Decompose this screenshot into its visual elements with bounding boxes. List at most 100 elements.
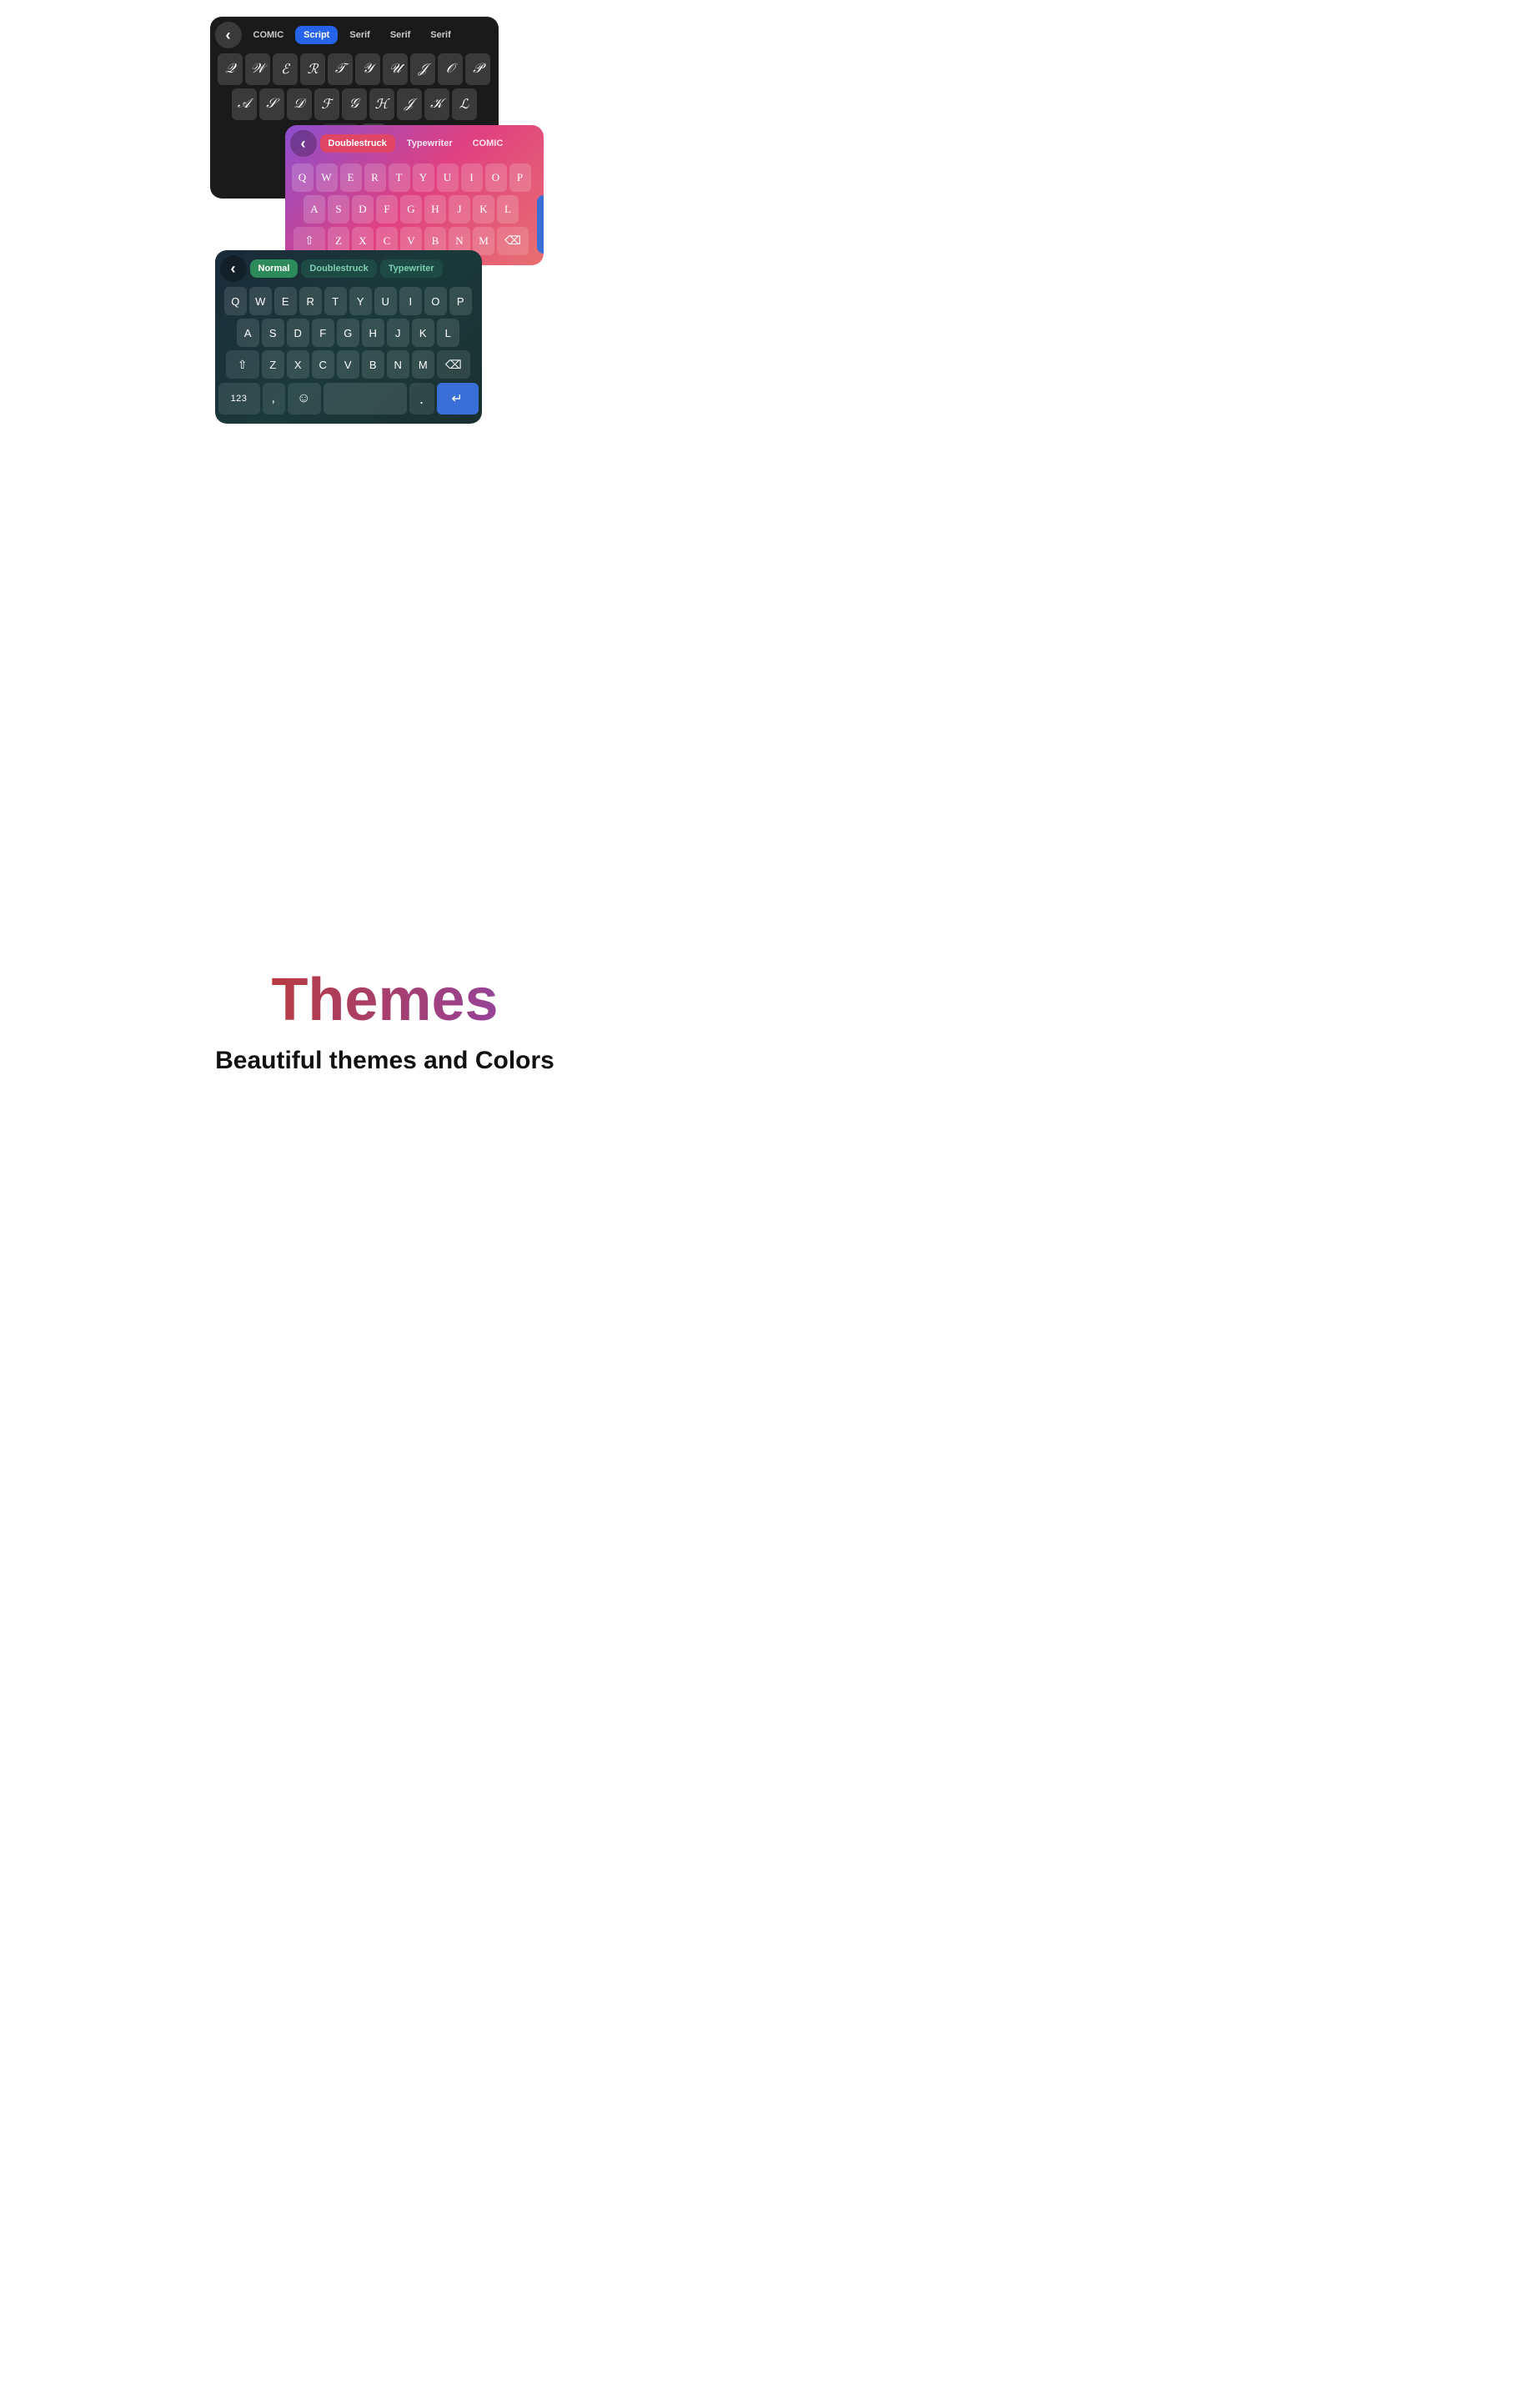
kb3-key-u[interactable]: U (374, 287, 397, 315)
key-g[interactable]: 𝒢 (342, 88, 367, 120)
kb1-row2: 𝒜 𝒮 𝒟 ℱ 𝒢 ℋ 𝒥 𝒦 ℒ (210, 87, 499, 122)
key-k[interactable]: 𝒦 (424, 88, 449, 120)
key-q[interactable]: 𝒬 (218, 53, 243, 85)
kb2-row1: Q W E R T Y U I O P (288, 162, 534, 193)
kb3-delete-key[interactable] (437, 350, 470, 379)
key-t[interactable]: 𝒯 (328, 53, 353, 85)
kb3-key-s[interactable]: S (262, 319, 284, 347)
key-u[interactable]: 𝒰 (383, 53, 408, 85)
kb2-delete-key[interactable] (497, 227, 529, 255)
kb3-key-i[interactable]: I (399, 287, 422, 315)
kb2-back-button[interactable] (290, 130, 317, 157)
key-h[interactable]: ℋ (369, 88, 394, 120)
keyboards-container: COMIC Script Serif Serif Serif 𝒬 𝒲 ℰ ℛ 𝒯… (185, 17, 585, 484)
kb2-key-g[interactable]: G (400, 195, 422, 224)
kb1-back-button[interactable] (215, 22, 242, 48)
key-r[interactable]: ℛ (300, 53, 325, 85)
kb1-tab-comic[interactable]: COMIC (245, 26, 293, 44)
kb3-dot-key[interactable]: . (409, 383, 434, 415)
kb2-key-l[interactable]: L (497, 195, 519, 224)
key-i[interactable]: 𝒥 (410, 53, 435, 85)
key-s[interactable]: 𝒮 (259, 88, 284, 120)
kb3-key-l[interactable]: L (437, 319, 459, 347)
kb2-key-h[interactable]: H (424, 195, 446, 224)
kb1-tabs: COMIC Script Serif Serif Serif (210, 17, 499, 52)
kb2-key-a[interactable]: A (303, 195, 325, 224)
kb2-tab-typewriter[interactable]: Typewriter (399, 134, 461, 153)
themes-section: Themes Beautiful themes and Colors (182, 967, 588, 1075)
themes-title: Themes (215, 967, 554, 1033)
kb2-key-s[interactable]: S (328, 195, 349, 224)
kb3-key-c[interactable]: C (312, 350, 334, 379)
kb3-key-o[interactable]: O (424, 287, 447, 315)
kb2-key-r[interactable]: R (364, 163, 386, 192)
keyboard-3-teal: Normal Doublestruck Typewriter Q W E R T… (215, 250, 482, 424)
kb2-key-y[interactable]: Y (413, 163, 434, 192)
kb2-tab-comic[interactable]: COMIC (464, 134, 512, 153)
kb1-tab-serif3[interactable]: Serif (422, 26, 459, 44)
kb1-tab-serif2[interactable]: Serif (382, 26, 419, 44)
kb3-space-key[interactable] (324, 383, 407, 415)
kb3-tabs: Normal Doublestruck Typewriter (215, 250, 482, 285)
kb2-key-w[interactable]: W (316, 163, 338, 192)
kb2-key-e[interactable]: E (340, 163, 362, 192)
key-f[interactable]: ℱ (314, 88, 339, 120)
kb3-key-w[interactable]: W (249, 287, 272, 315)
kb3-key-v[interactable]: V (337, 350, 359, 379)
kb2-row2: A S D F G H J K L (288, 193, 534, 225)
kb2-key-j[interactable]: J (449, 195, 470, 224)
kb3-back-button[interactable] (220, 255, 247, 282)
kb3-tab-normal[interactable]: Normal (250, 259, 298, 278)
kb3-key-k[interactable]: K (412, 319, 434, 347)
kb2-key-p[interactable]: P (509, 163, 531, 192)
key-a[interactable]: 𝒜 (232, 88, 257, 120)
kb3-key-q[interactable]: Q (224, 287, 247, 315)
kb3-row3: Z X C V B N M (215, 349, 482, 380)
key-o[interactable]: 𝒪 (438, 53, 463, 85)
kb3-key-b[interactable]: B (362, 350, 384, 379)
kb3-key-x[interactable]: X (287, 350, 309, 379)
kb2-key-t[interactable]: T (389, 163, 410, 192)
kb1-tab-serif1[interactable]: Serif (341, 26, 378, 44)
kb2-enter-key[interactable] (537, 195, 544, 254)
kb3-key-r[interactable]: R (299, 287, 322, 315)
key-w[interactable]: 𝒲 (245, 53, 270, 85)
kb3-shift-key[interactable] (226, 350, 259, 379)
kb3-key-g[interactable]: G (337, 319, 359, 347)
key-l[interactable]: ℒ (452, 88, 477, 120)
kb2-tab-doublestruck[interactable]: Doublestruck (320, 134, 395, 153)
kb2-key-o[interactable]: O (485, 163, 507, 192)
kb3-key-p[interactable]: P (449, 287, 472, 315)
kb3-key-t[interactable]: T (324, 287, 347, 315)
kb3-enter-key[interactable] (437, 383, 479, 415)
kb2-key-u[interactable]: U (437, 163, 459, 192)
kb3-key-f[interactable]: F (312, 319, 334, 347)
kb3-key-e[interactable]: E (274, 287, 297, 315)
kb2-key-i[interactable]: I (461, 163, 483, 192)
kb3-key-z[interactable]: Z (262, 350, 284, 379)
key-d[interactable]: 𝒟 (287, 88, 312, 120)
kb2-key-f[interactable]: F (376, 195, 398, 224)
kb3-key-y[interactable]: Y (349, 287, 372, 315)
kb3-key-h[interactable]: H (362, 319, 384, 347)
key-p[interactable]: 𝒫 (465, 53, 490, 85)
kb3-bottom-row: 123 , ☺ . (215, 380, 482, 417)
kb3-123-key[interactable]: 123 (218, 383, 260, 415)
kb3-tab-typewriter[interactable]: Typewriter (380, 259, 443, 278)
kb3-key-j[interactable]: J (387, 319, 409, 347)
themes-subtitle: Beautiful themes and Colors (215, 1047, 554, 1075)
kb3-key-m[interactable]: M (412, 350, 434, 379)
kb3-key-d[interactable]: D (287, 319, 309, 347)
key-y[interactable]: 𝒴 (355, 53, 380, 85)
kb3-tab-doublestruck[interactable]: Doublestruck (301, 259, 376, 278)
kb3-key-n[interactable]: N (387, 350, 409, 379)
key-e[interactable]: ℰ (273, 53, 298, 85)
kb3-emoji-key[interactable]: ☺ (288, 383, 321, 415)
kb3-comma-key[interactable]: , (263, 383, 285, 415)
kb1-tab-script[interactable]: Script (295, 26, 338, 44)
key-j[interactable]: 𝒥 (397, 88, 422, 120)
kb2-key-d[interactable]: D (352, 195, 374, 224)
kb3-key-a[interactable]: A (237, 319, 259, 347)
kb2-key-k[interactable]: K (473, 195, 494, 224)
kb2-key-q[interactable]: Q (292, 163, 314, 192)
